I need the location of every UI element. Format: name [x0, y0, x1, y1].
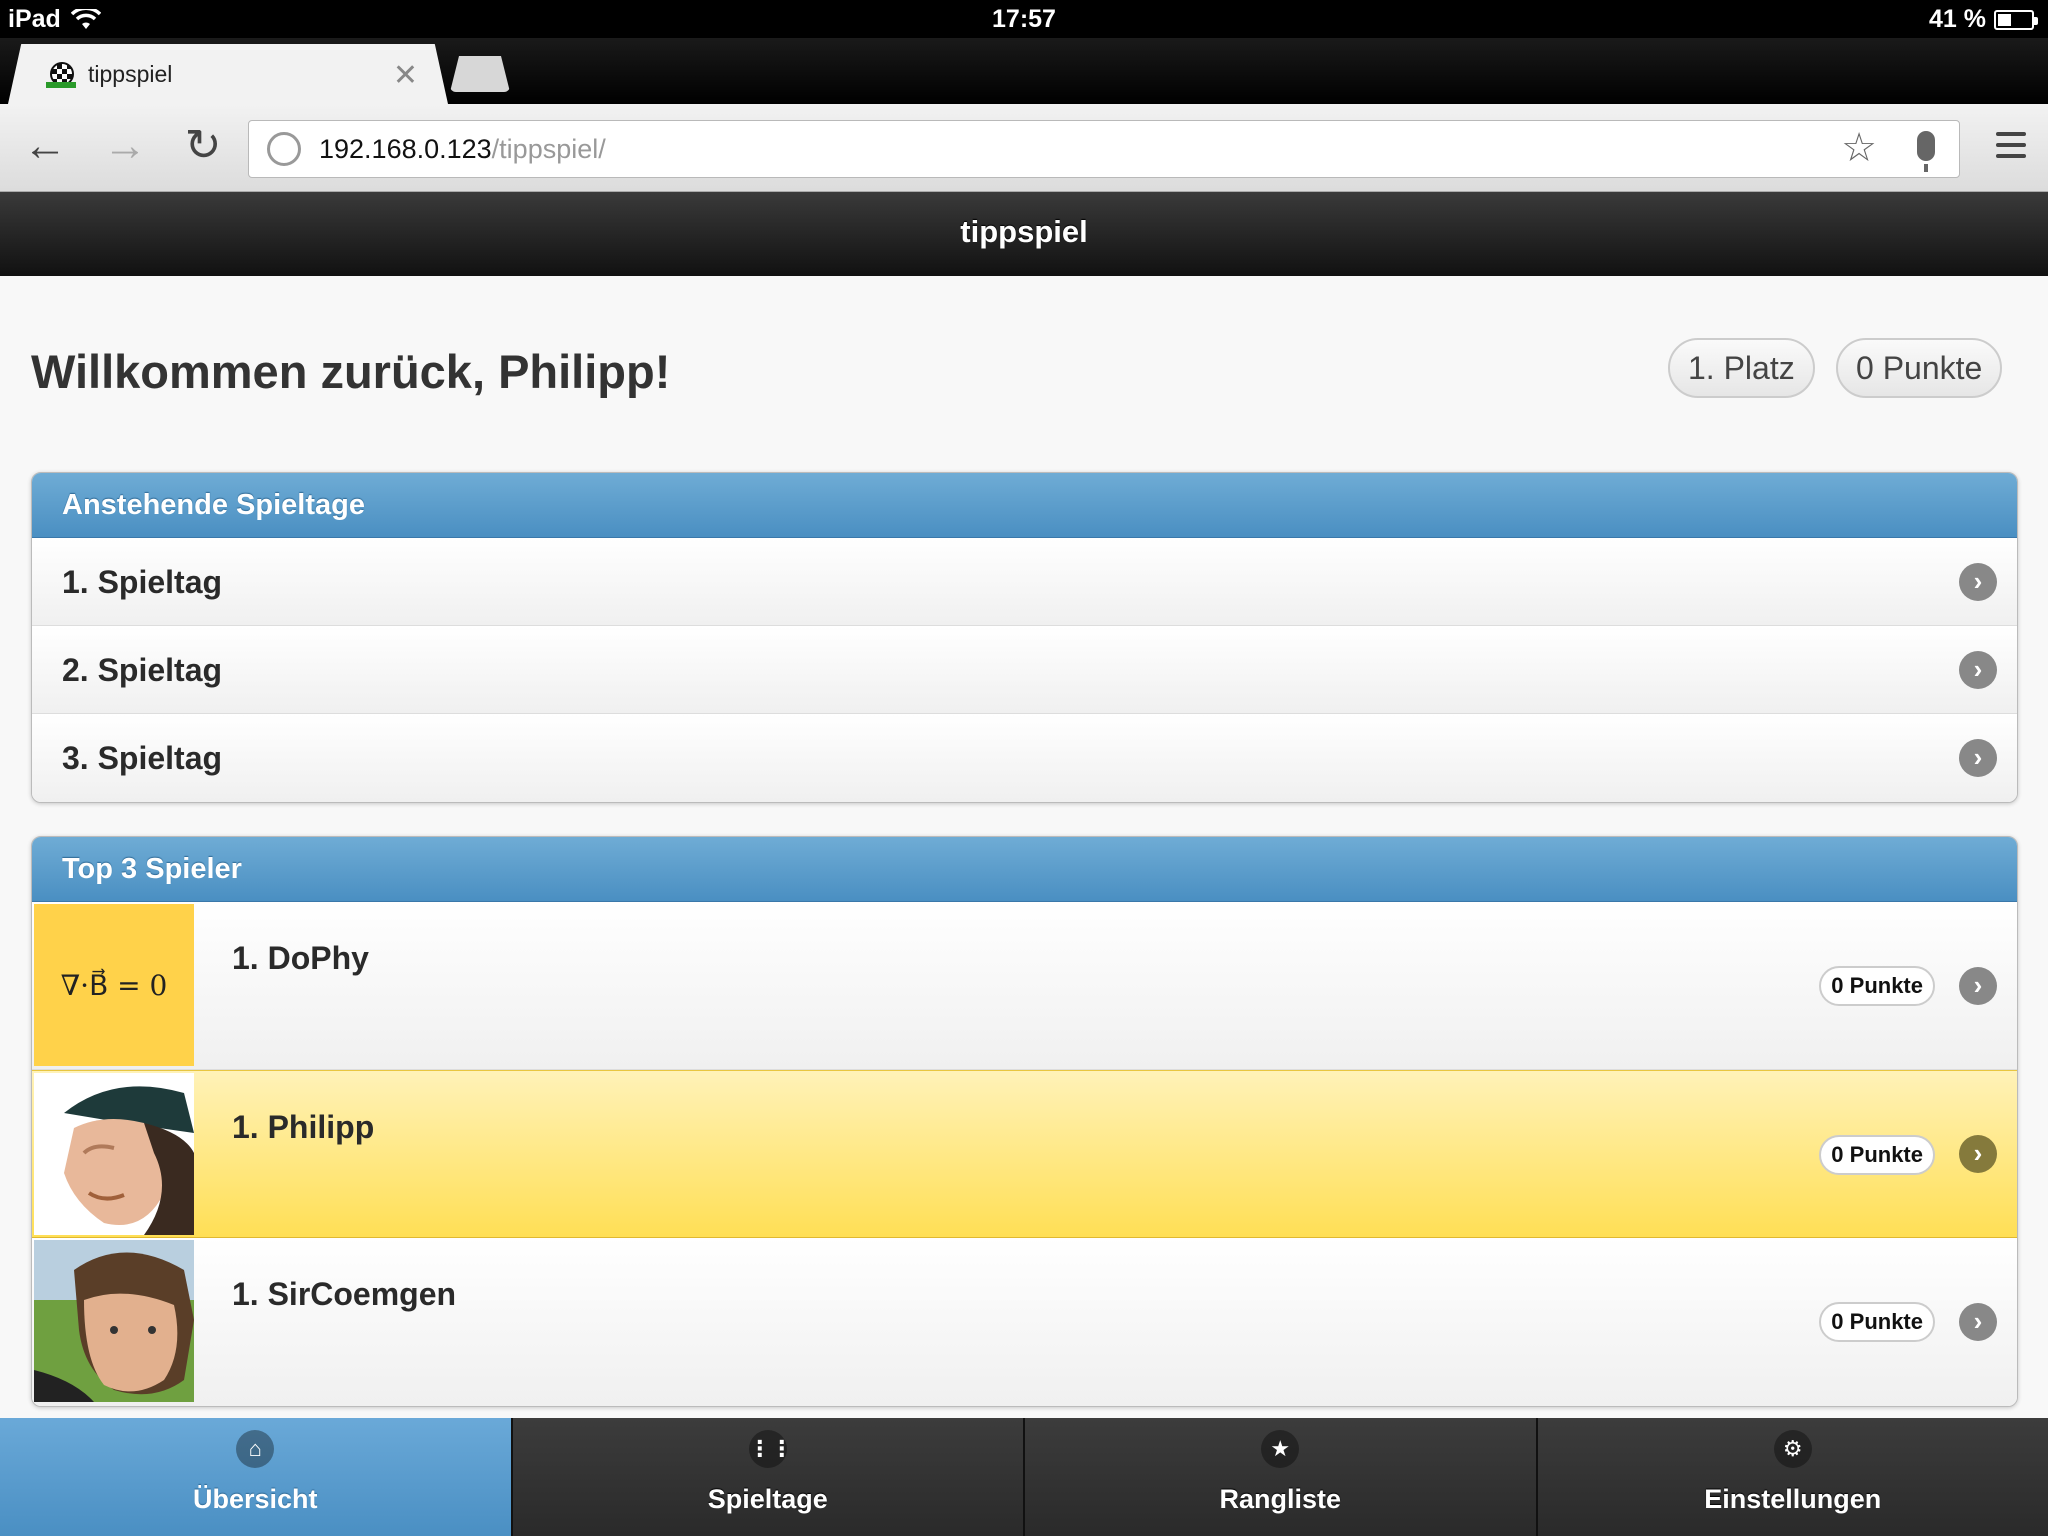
- upcoming-matchdays-panel: Anstehende Spieltage 1. Spieltag › 2. Sp…: [31, 472, 2018, 803]
- matchday-item[interactable]: 2. Spieltag ›: [32, 626, 2017, 714]
- matchday-label: 2. Spieltag: [62, 652, 223, 688]
- welcome-heading: Willkommen zurück, Philipp!: [31, 345, 671, 398]
- nav-einstellungen[interactable]: ⚙ Einstellungen: [1537, 1418, 2048, 1536]
- player-name: 1. SirCoemgen: [232, 1276, 457, 1312]
- panel-title: Top 3 Spieler: [32, 837, 2017, 902]
- home-icon: ⌂: [236, 1430, 275, 1468]
- player-points-badge: 0 Punkte: [1819, 1302, 1935, 1342]
- browser-toolbar: ← → ↻ 192.168.0.123/tippspiel/ ☆: [0, 104, 2048, 192]
- points-badge[interactable]: 0 Punkte: [1836, 338, 2003, 398]
- clock: 17:57: [992, 5, 1056, 33]
- player-row[interactable]: 1. SirCoemgen 0 Punkte ›: [32, 1238, 2017, 1406]
- avatar-formula: ∇·B⃗ = 0: [60, 968, 168, 1002]
- nav-label: Einstellungen: [1704, 1484, 1882, 1514]
- nav-label: Spieltage: [707, 1484, 828, 1514]
- menu-icon[interactable]: [1996, 132, 2026, 160]
- close-tab-icon[interactable]: ✕: [393, 58, 418, 93]
- page-header: tippspiel: [0, 192, 2048, 276]
- chevron-right-icon: ›: [1959, 562, 1997, 601]
- url-host: 192.168.0.123: [319, 133, 492, 164]
- address-bar[interactable]: 192.168.0.123/tippspiel/ ☆: [248, 120, 1960, 178]
- player-name: 1. Philipp: [232, 1109, 375, 1145]
- new-tab-button[interactable]: [450, 56, 510, 92]
- microphone-icon[interactable]: [1917, 131, 1935, 172]
- rank-badge[interactable]: 1. Platz: [1668, 338, 1815, 398]
- bottom-navbar: ⌂ Übersicht ⋮⋮ Spieltage ★ Rangliste ⚙ E…: [0, 1418, 2048, 1536]
- chevron-right-icon: ›: [1959, 650, 1997, 689]
- chevron-right-icon: ›: [1959, 1303, 1997, 1341]
- grid-icon: ⋮⋮: [748, 1430, 793, 1468]
- status-bar: iPad 17:57 41 %: [0, 0, 2048, 38]
- tab-strip: tippspiel ✕: [0, 38, 2048, 104]
- matchday-item[interactable]: 3. Spieltag ›: [32, 714, 2017, 802]
- globe-icon: [267, 132, 301, 166]
- matchday-label: 1. Spieltag: [62, 564, 223, 600]
- player-row-current-user[interactable]: 1. Philipp 0 Punkte ›: [32, 1070, 2017, 1238]
- tab-title: tippspiel: [88, 60, 173, 87]
- favicon-icon: [46, 60, 76, 88]
- url-path: /tippspiel/: [491, 133, 606, 164]
- matchday-label: 3. Spieltag: [62, 740, 223, 776]
- chevron-right-icon: ›: [1959, 739, 1997, 777]
- matchday-item[interactable]: 1. Spieltag ›: [32, 538, 2017, 626]
- reload-icon[interactable]: ↻: [178, 122, 228, 172]
- player-row[interactable]: ∇·B⃗ = 0 1. DoPhy 0 Punkte ›: [32, 902, 2017, 1070]
- avatar: ∇·B⃗ = 0: [34, 904, 194, 1066]
- player-points-badge: 0 Punkte: [1819, 966, 1935, 1006]
- nav-uebersicht[interactable]: ⌂ Übersicht: [0, 1418, 513, 1536]
- battery-percent: 41 %: [1929, 5, 1986, 33]
- player-points-badge: 0 Punkte: [1819, 1135, 1935, 1175]
- nav-spieltage[interactable]: ⋮⋮ Spieltage: [512, 1418, 1025, 1536]
- chevron-right-icon: ›: [1959, 1135, 1997, 1173]
- back-arrow-icon[interactable]: ←: [20, 122, 70, 172]
- main-content: Willkommen zurück, Philipp! 1. Platz 0 P…: [0, 276, 2048, 1420]
- nav-rangliste[interactable]: ★ Rangliste: [1025, 1418, 1538, 1536]
- avatar: [34, 1073, 194, 1235]
- browser-tab[interactable]: tippspiel ✕: [8, 44, 448, 104]
- nav-label: Übersicht: [192, 1484, 318, 1514]
- chevron-right-icon: ›: [1959, 966, 1997, 1005]
- avatar: [34, 1240, 194, 1402]
- bookmark-star-icon[interactable]: ☆: [1841, 125, 1877, 171]
- forward-arrow-icon[interactable]: →: [100, 122, 150, 172]
- player-name: 1. DoPhy: [232, 940, 369, 976]
- nav-label: Rangliste: [1219, 1484, 1342, 1514]
- panel-title: Anstehende Spieltage: [32, 473, 2017, 538]
- star-icon: ★: [1261, 1430, 1300, 1468]
- gear-icon: ⚙: [1773, 1430, 1812, 1468]
- battery-icon: [1994, 9, 2038, 30]
- top-players-panel: Top 3 Spieler ∇·B⃗ = 0 1. DoPhy 0 Punkte…: [31, 836, 2018, 1407]
